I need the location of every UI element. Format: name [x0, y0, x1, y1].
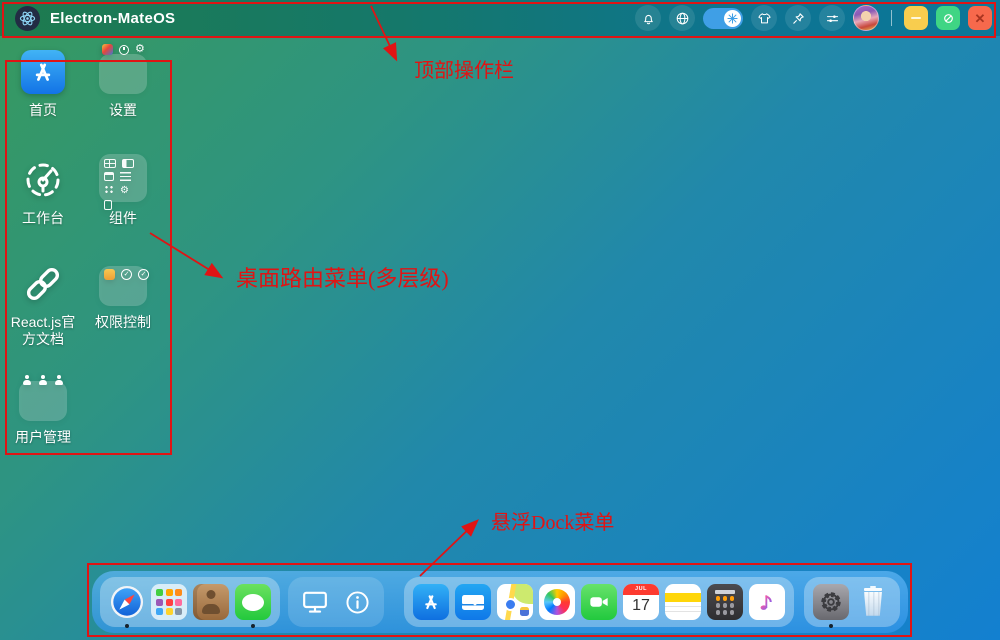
trash-icon[interactable]	[855, 584, 891, 620]
desktop-item-label: 用户管理	[15, 429, 71, 445]
language-globe-icon[interactable]	[669, 5, 695, 31]
launchpad-icon[interactable]	[151, 584, 187, 620]
notifications-bell-icon[interactable]	[635, 5, 661, 31]
dock-group-settings	[804, 577, 900, 628]
desktop-item-label: 设置	[109, 102, 137, 118]
calendar-day: 17	[632, 596, 650, 614]
app-logo-atom-icon[interactable]	[15, 5, 40, 31]
table-mini-icon	[104, 159, 116, 168]
user-mini-icon	[22, 375, 32, 385]
settings-folder-icon: ⚙	[99, 44, 147, 94]
calculator-icon[interactable]	[707, 584, 743, 620]
contacts-icon[interactable]	[193, 584, 229, 620]
mail-icon[interactable]	[455, 584, 491, 620]
card-mini-icon	[122, 159, 134, 168]
notes-icon[interactable]	[665, 584, 701, 620]
dock-group-system	[288, 577, 384, 627]
running-indicator	[251, 624, 255, 628]
gear-mini-icon: ⚙	[135, 43, 145, 55]
permissions-folder-icon: ✓ ✓	[99, 266, 149, 306]
snow-effect-toggle[interactable]	[703, 7, 743, 29]
maps-icon[interactable]	[497, 584, 533, 620]
system-settings-icon[interactable]	[813, 584, 849, 628]
minimize-button[interactable]	[904, 6, 928, 30]
running-indicator	[125, 624, 129, 628]
app-store-a-icon	[21, 50, 65, 94]
user-mini-icon	[38, 375, 48, 385]
dashboard-gauge-icon	[26, 163, 60, 197]
messages-icon[interactable]	[235, 584, 271, 628]
desktop-item-components-folder[interactable]: ⚙ 组件	[84, 154, 162, 227]
dock-group-communication	[100, 577, 280, 628]
close-icon: ✕	[974, 10, 986, 26]
colorful-app-mini-icon	[102, 44, 113, 55]
desktop-item-label: 工作台	[22, 210, 64, 226]
facetime-icon[interactable]	[581, 584, 617, 620]
maximize-icon	[943, 13, 953, 23]
link-chain-icon	[26, 267, 60, 301]
shield-check-mini-icon: ✓	[121, 269, 132, 280]
components-folder-icon: ⚙	[99, 154, 147, 210]
annotation-topbar-label: 顶部操作栏	[414, 60, 514, 82]
topbar-divider	[891, 10, 892, 26]
preferences-sliders-icon[interactable]	[819, 5, 845, 31]
desktop-item-permissions-folder[interactable]: ✓ ✓ 权限控制	[84, 262, 162, 331]
desktop-item-user-management-folder[interactable]: 用户管理	[4, 375, 82, 446]
desktop-item-home[interactable]: 首页	[4, 50, 82, 119]
topbar-actions: ✕	[635, 5, 992, 31]
dock: JUL 17	[92, 571, 908, 633]
clock-mini-icon	[119, 44, 129, 55]
pin-icon[interactable]	[785, 5, 811, 31]
info-icon[interactable]	[339, 584, 375, 620]
desktop-item-label: 首页	[29, 102, 57, 118]
annotation-dock-label: 悬浮Dock菜单	[491, 512, 615, 534]
desktop-item-label: 组件	[109, 210, 137, 226]
gear-mini-icon: ⚙	[120, 185, 129, 196]
window-title: Electron-MateOS	[50, 9, 176, 27]
document-mini-icon	[104, 200, 112, 210]
desktop-item-react-docs[interactable]: React.js官方文档	[4, 262, 82, 348]
window-mini-icon	[104, 172, 114, 181]
grid-mini-icon	[104, 185, 114, 194]
app-store-icon[interactable]	[413, 584, 449, 620]
running-indicator	[829, 624, 833, 628]
shield-check-mini-icon: ✓	[138, 269, 149, 280]
calendar-month: JUL	[623, 584, 659, 595]
desktop-item-label: React.js官方文档	[10, 314, 76, 347]
display-monitor-icon[interactable]	[297, 584, 333, 620]
user-avatar[interactable]	[853, 5, 879, 31]
desktop-item-settings-folder[interactable]: ⚙ 设置	[84, 44, 162, 119]
user-mini-icon	[54, 375, 64, 385]
close-button[interactable]: ✕	[968, 6, 992, 30]
desktop-item-workbench[interactable]: 工作台	[4, 158, 82, 227]
photos-icon[interactable]	[539, 584, 575, 620]
topbar: Electron-MateOS ✕	[0, 0, 1000, 36]
minimize-icon	[911, 17, 921, 19]
annotation-desktop-menu-label: 桌面路由菜单(多层级)	[236, 266, 449, 291]
desktop-background: Electron-MateOS ✕ 首页 ⚙ 设置 工作台 ⚙ 组件 React…	[0, 0, 1000, 640]
maximize-button[interactable]	[936, 6, 960, 30]
music-icon[interactable]	[749, 584, 785, 620]
user-badge-mini-icon	[104, 269, 115, 280]
safari-icon[interactable]	[109, 584, 145, 628]
user-management-folder-icon	[19, 375, 67, 421]
theme-tshirt-icon[interactable]	[751, 5, 777, 31]
desktop-item-label: 权限控制	[95, 314, 151, 330]
list-mini-icon	[120, 172, 131, 181]
calendar-icon[interactable]: JUL 17	[623, 584, 659, 620]
snowflake-icon	[724, 9, 741, 27]
dock-group-apps: JUL 17	[404, 577, 794, 627]
